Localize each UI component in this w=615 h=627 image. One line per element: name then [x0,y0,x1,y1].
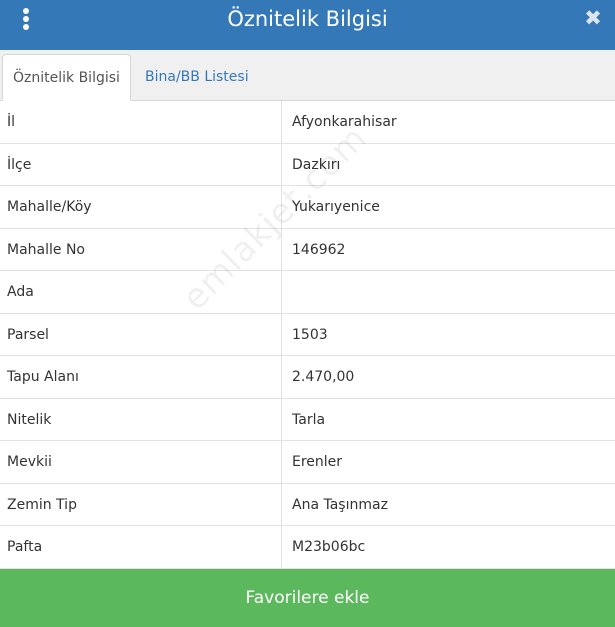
table-row: İl Afyonkarahisar [0,101,615,144]
attribute-value: 1503 [292,326,328,343]
attribute-value: Ana Taşınmaz [292,496,388,513]
table-row: Ada [0,271,615,314]
tab-oznitelik-bilgisi[interactable]: Öznitelik Bilgisi [2,54,131,101]
attribute-key: Zemin Tip [7,496,77,513]
attribute-value: Erenler [292,454,343,470]
table-row: Mahalle No 146962 [0,229,615,271]
attribute-value: Dazkırı [292,156,341,173]
table-row: Tapu Alanı 2.470,00 [0,356,615,399]
attribute-key: Mahalle/Köy [7,199,92,215]
attribute-key: Ada [7,284,34,300]
add-to-favorites-button[interactable]: Favorilere ekle [0,569,615,627]
attribute-key: Nitelik [7,411,52,428]
attribute-key: İl [7,114,16,130]
attribute-key: İlçe [7,156,32,173]
dialog-title: Öznitelik Bilgisi [227,7,388,31]
attribute-value: M23b06bc [292,539,366,555]
attribute-key: Parsel [7,326,49,343]
close-icon[interactable]: ✖ [580,4,606,32]
table-row: Parsel 1503 [0,314,615,356]
tab-bar: Öznitelik Bilgisi Bina/BB Listesi [0,50,615,101]
attribute-table: İl Afyonkarahisar İlçe Dazkırı Mahalle/K… [0,101,615,569]
attribute-value: Yukarıyenice [292,199,380,215]
tab-bina-bb-listesi[interactable]: Bina/BB Listesi [135,54,259,101]
dialog-header: Öznitelik Bilgisi ✖ [0,0,615,50]
attribute-key: Tapu Alanı [7,369,79,385]
table-row: İlçe Dazkırı [0,144,615,186]
attribute-value: 146962 [292,241,346,258]
attribute-key: Mahalle No [7,241,85,258]
attribute-value: Tarla [292,411,326,428]
column-divider [281,101,282,568]
table-row: Nitelik Tarla [0,399,615,441]
table-row: Pafta M23b06bc [0,526,615,569]
attribute-key: Mevkii [7,454,52,470]
attribute-value: 2.470,00 [292,369,355,385]
attribute-key: Pafta [7,539,43,555]
attribute-value: Afyonkarahisar [292,114,397,130]
table-row: Zemin Tip Ana Taşınmaz [0,484,615,526]
table-row: Mahalle/Köy Yukarıyenice [0,186,615,229]
table-row: Mevkii Erenler [0,441,615,484]
